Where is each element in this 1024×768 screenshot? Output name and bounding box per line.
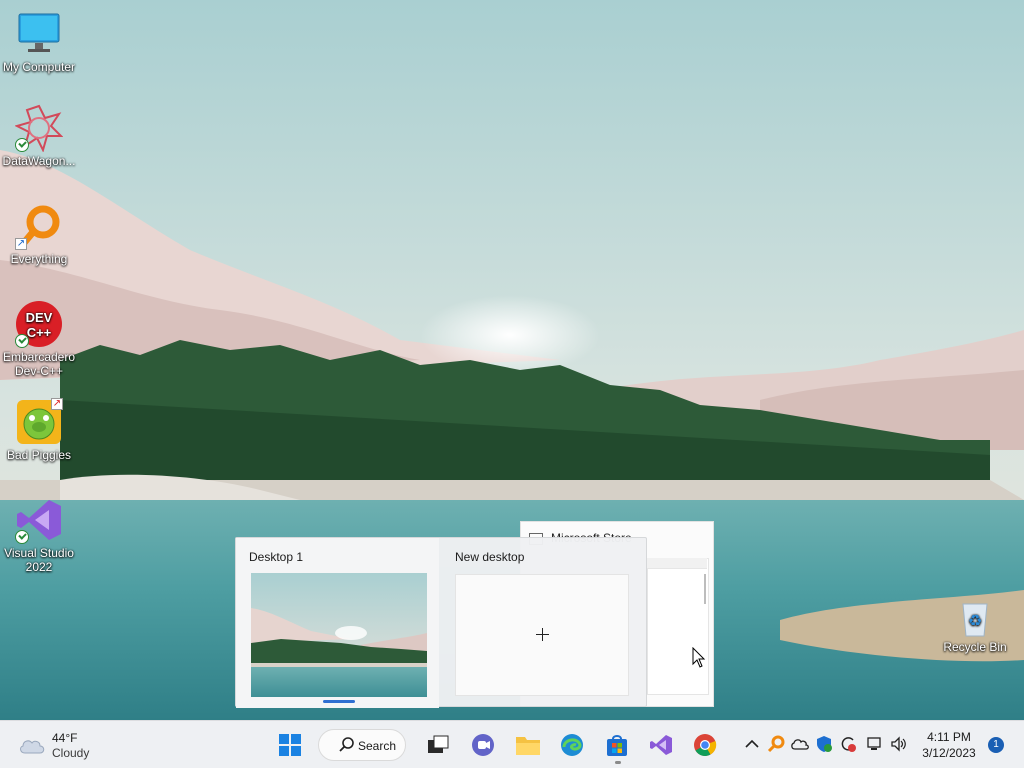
sync-error-icon[interactable] — [839, 735, 857, 753]
mouse-cursor-icon — [692, 647, 706, 668]
desktop-icon-recycle-bin[interactable]: ♻ Recycle Bin — [936, 598, 1014, 654]
desktop-icon-label: Recycle Bin — [943, 640, 1007, 654]
file-explorer-button[interactable] — [508, 725, 548, 765]
desktop-icon-my-computer[interactable]: My Computer — [0, 10, 78, 74]
chrome-icon — [694, 734, 717, 756]
everything-search-icon: ↗ — [15, 202, 63, 250]
desktop-card-1[interactable]: Desktop 1 — [236, 538, 439, 708]
taskbar: 44°F Cloudy Search 4:11 PM 3/12/2023 1 — [0, 720, 1024, 768]
desktop-icon-label: Visual Studio 2022 — [4, 546, 74, 574]
task-view-button[interactable] — [418, 725, 458, 765]
notification-count-badge[interactable]: 1 — [988, 737, 1004, 753]
desktop-icon-devcpp[interactable]: DEV C++ Embarcadero Dev-C++ — [0, 300, 78, 378]
desktop-icon-label: Everything — [10, 252, 68, 266]
chevron-up-icon[interactable] — [743, 735, 761, 753]
search-icon — [339, 737, 354, 752]
volume-icon[interactable] — [890, 735, 908, 753]
devcpp-icon: DEV C++ — [15, 300, 63, 348]
desktop-icon-datawagon[interactable]: DataWagon... — [0, 104, 78, 168]
clock-date: 3/12/2023 — [922, 746, 976, 760]
recycle-bin-icon: ♻ — [955, 598, 995, 638]
onedrive-cloud-icon[interactable] — [791, 735, 809, 753]
desktop-icon-label: My Computer — [2, 60, 76, 74]
svg-text:C++: C++ — [27, 325, 52, 340]
network-icon[interactable] — [866, 735, 884, 753]
start-button[interactable] — [270, 725, 310, 765]
store-bag-icon — [607, 735, 627, 756]
windows-logo-icon — [279, 734, 301, 756]
visual-studio-button[interactable] — [641, 725, 681, 765]
desktop-thumbnail[interactable] — [251, 573, 427, 697]
datawagon-icon — [15, 104, 63, 152]
search-label: Search — [358, 739, 397, 753]
desktop-icon-label: Bad Piggies — [6, 448, 72, 462]
active-desktop-indicator — [323, 700, 355, 703]
weather-condition: Cloudy — [52, 746, 90, 760]
shortcut-arrow-icon: ↗ — [51, 398, 63, 410]
desktop-icon-everything[interactable]: ↗ Everything — [0, 202, 78, 266]
desktop-icon-visual-studio[interactable]: Visual Studio 2022 — [0, 496, 78, 574]
everything-search-icon[interactable] — [767, 735, 785, 753]
desktop-icon-bad-piggies[interactable]: ↗ Bad Piggies — [0, 398, 78, 462]
monitor-icon — [15, 10, 63, 58]
sync-check-badge-icon — [15, 138, 29, 152]
svg-text:DEV: DEV — [26, 310, 53, 325]
chrome-button[interactable] — [685, 725, 725, 765]
shortcut-arrow-icon: ↗ — [15, 238, 27, 250]
desktop-card-label: Desktop 1 — [249, 550, 304, 564]
new-desktop-button[interactable] — [455, 574, 629, 696]
visual-studio-icon — [650, 735, 672, 755]
teams-chat-icon — [472, 734, 494, 756]
taskbar-search-button[interactable]: Search — [318, 729, 406, 761]
plus-icon — [536, 628, 549, 641]
clock-time: 4:11 PM — [927, 730, 971, 744]
folder-icon — [516, 737, 540, 755]
sync-check-badge-icon — [15, 530, 29, 544]
window-toolbar — [647, 558, 707, 569]
edge-icon — [561, 734, 583, 756]
desktop-icon-label: Embarcadero Dev-C++ — [2, 350, 76, 378]
desktop-card-label: New desktop — [455, 550, 525, 564]
running-indicator — [615, 761, 621, 764]
task-view-desktops-panel: Desktop 1 New desktop — [235, 537, 647, 708]
cloud-icon — [20, 740, 45, 754]
window-scrollbar[interactable] — [704, 574, 706, 604]
edge-button[interactable] — [552, 725, 592, 765]
bad-piggies-icon: ↗ — [15, 398, 63, 446]
chat-button[interactable] — [463, 725, 503, 765]
security-shield-icon[interactable] — [815, 735, 833, 753]
svg-text:♻: ♻ — [968, 611, 982, 630]
visual-studio-icon — [15, 496, 63, 544]
new-desktop-card[interactable]: New desktop — [442, 538, 646, 708]
window-content — [647, 558, 709, 695]
taskbar-clock[interactable]: 4:11 PM 3/12/2023 — [918, 729, 980, 761]
task-view-icon — [428, 735, 449, 753]
store-button[interactable] — [597, 725, 637, 765]
weather-temperature: 44°F — [52, 731, 78, 745]
sync-check-badge-icon — [15, 334, 29, 348]
desktop-icon-label: DataWagon... — [2, 154, 76, 168]
